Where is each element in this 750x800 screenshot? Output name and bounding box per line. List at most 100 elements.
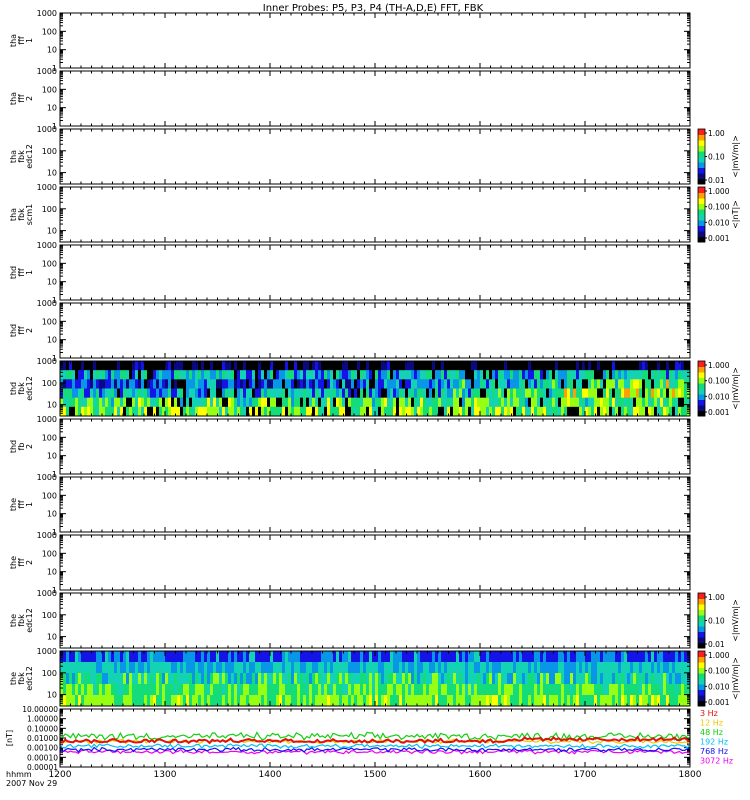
spectrogram-cell [453,379,457,389]
spectrogram-cell [558,388,562,399]
spectrogram-cell [249,388,253,399]
spectrogram-cell [315,673,319,685]
spectrogram-cell [621,651,625,663]
spectrogram-cell [285,361,289,371]
spectrogram-cell [243,662,247,674]
spectrogram-cell [408,388,412,399]
spectrogram-cell [591,388,595,399]
spectrogram-cell [567,379,571,389]
spectrogram-cell [417,406,421,417]
spectrogram-cell [222,406,226,417]
spectrogram-cell [360,361,364,371]
spectrogram-cell [63,397,67,408]
spectrogram-cell [681,684,685,696]
spectrogram-cell [261,361,265,371]
spectrogram-cell [630,662,634,674]
spectrogram-cell [582,673,586,685]
spectrogram-cell [483,695,487,707]
spectrogram-cell [132,379,136,389]
spectrogram-cell [522,361,526,371]
spectrogram-cell [366,370,370,380]
spectrogram-cell [483,651,487,663]
spectrogram-cell [516,388,520,399]
spectrogram-cell [588,406,592,417]
spectrogram-cell [108,673,112,685]
spectrogram-cell [618,361,622,371]
spectrogram-cell [612,651,616,663]
spectrogram-cell [246,662,250,674]
spectrogram-cell [390,379,394,389]
colorbar-swatch [698,187,705,193]
spectrogram-cell [372,673,376,685]
spectrogram-cell [150,388,154,399]
spectrogram-cell [558,662,562,674]
spectrogram-cell [618,397,622,408]
spectrogram-cell [294,406,298,417]
panel-ylabel-line: 1 [25,38,34,43]
spectrogram-cell [66,388,70,399]
spectrogram-cell [153,397,157,408]
spectrogram-cell [237,379,241,389]
spectrogram-cell [153,370,157,380]
spectrogram-cell [84,695,88,707]
spectrogram-cell [363,673,367,685]
spectrogram-cell [669,370,673,380]
spectrogram-cell [192,379,196,389]
spectrogram-cell [570,361,574,371]
spectrogram-cell [225,397,229,408]
spectrogram-cell [639,361,643,371]
spectrogram-cell [69,370,73,380]
spectrogram-cell [150,651,154,663]
spectrogram-cell [570,673,574,685]
spectrogram-cell [333,397,337,408]
spectrogram-cell [81,651,85,663]
spectrogram-cell [618,651,622,663]
spectrogram-cell [678,673,682,685]
spectrogram-cell [525,379,529,389]
spectrogram-cell [354,695,358,707]
spectrogram-cell [387,651,391,663]
spectrogram-cell [657,370,661,380]
spectrogram-cell [501,406,505,417]
spectrogram-cell [123,379,127,389]
spectrogram-cell [672,684,676,696]
spectrogram-cell [495,695,499,707]
spectrogram-cell [213,388,217,399]
spectrogram-cell [471,662,475,674]
spectrogram-cell [597,361,601,371]
spectrogram-cell [252,684,256,696]
spectrogram-cell [456,673,460,685]
spectrogram-cell [546,361,550,371]
spectrogram-cell [192,651,196,663]
spectrogram-cell [522,379,526,389]
spectrogram-cell [228,388,232,399]
spectrogram-cell [651,379,655,389]
spectrogram-cell [144,695,148,707]
spectrogram-cell [558,406,562,417]
spectrogram-cell [378,695,382,707]
spectrogram-cell [456,662,460,674]
spectrogram-cell [105,361,109,371]
spectrogram-cell [456,370,460,380]
spectrogram-cell [171,388,175,399]
spectrogram-cell [60,684,64,696]
spectrogram-cell [336,379,340,389]
spectrogram-cell [366,397,370,408]
spectrogram-cell [579,673,583,685]
colorbar-swatch [698,140,705,146]
spectrogram-cell [351,379,355,389]
spectrogram-cell [612,673,616,685]
spectrogram-cell [438,397,442,408]
colorbar-swatch [698,598,705,605]
spectrogram-cell [282,684,286,696]
spectrogram-cell [492,695,496,707]
spectrogram-cell [633,379,637,389]
spectrogram-cell [309,397,313,408]
spectrogram-cell [84,388,88,399]
spectrogram-cell [555,651,559,663]
spectrogram-cell [384,684,388,696]
spectrogram-cell [162,379,166,389]
spectrogram-cell [591,684,595,696]
spectrogram-cell [147,651,151,663]
spectrogram-cell [81,695,85,707]
